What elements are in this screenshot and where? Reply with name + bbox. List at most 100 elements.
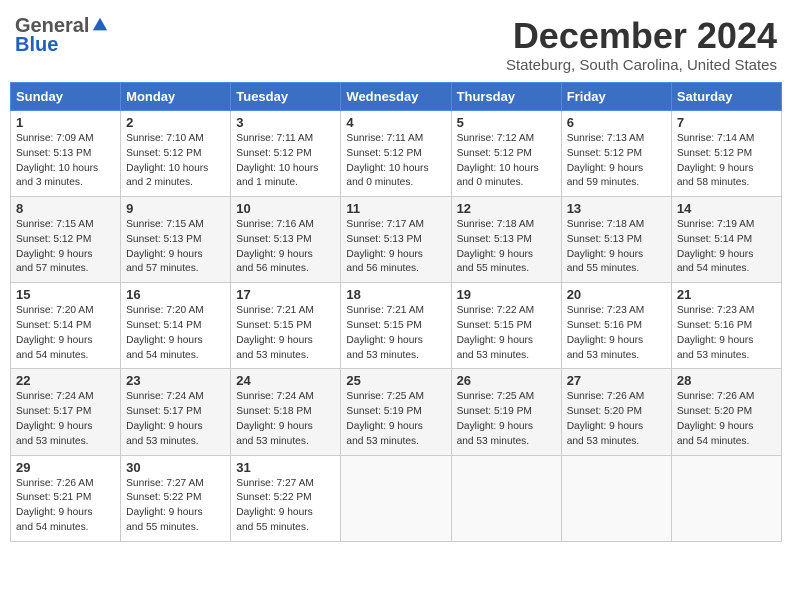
day-number: 4 [346, 115, 445, 130]
calendar-cell: 10 Sunrise: 7:16 AM Sunset: 5:13 PM Dayli… [231, 197, 341, 283]
calendar-cell: 2 Sunrise: 7:10 AM Sunset: 5:12 PM Daylig… [121, 111, 231, 197]
day-number: 26 [457, 373, 556, 388]
day-number: 15 [16, 287, 115, 302]
day-number: 28 [677, 373, 776, 388]
day-info: Sunrise: 7:18 AM Sunset: 5:13 PM Dayligh… [567, 218, 666, 277]
day-info: Sunrise: 7:09 AM Sunset: 5:13 PM Dayligh… [16, 132, 115, 191]
day-info: Sunrise: 7:12 AM Sunset: 5:12 PM Dayligh… [457, 132, 556, 191]
calendar-cell: 19 Sunrise: 7:22 AM Sunset: 5:15 PM Dayli… [451, 283, 561, 369]
day-info: Sunrise: 7:16 AM Sunset: 5:13 PM Dayligh… [236, 218, 335, 277]
calendar-week-5: 29Sunrise: 7:26 AM Sunset: 5:21 PM Dayli… [11, 455, 782, 541]
calendar-cell: 3 Sunrise: 7:11 AM Sunset: 5:12 PM Daylig… [231, 111, 341, 197]
col-header-wednesday: Wednesday [341, 83, 451, 111]
page-header: General Blue December 2024 Stateburg, So… [10, 10, 782, 74]
logo: General Blue [15, 15, 109, 57]
day-number: 29 [16, 460, 115, 475]
calendar-cell [451, 455, 561, 541]
day-number: 17 [236, 287, 335, 302]
calendar-cell: 26Sunrise: 7:25 AM Sunset: 5:19 PM Dayli… [451, 369, 561, 455]
calendar-cell: 16 Sunrise: 7:20 AM Sunset: 5:14 PM Dayli… [121, 283, 231, 369]
calendar-cell: 28 Sunrise: 7:26 AM Sunset: 5:20 PM Dayli… [671, 369, 781, 455]
day-number: 21 [677, 287, 776, 302]
calendar-header-row: SundayMondayTuesdayWednesdayThursdayFrid… [11, 83, 782, 111]
day-number: 22 [16, 373, 115, 388]
logo-blue-text: Blue [15, 34, 58, 57]
day-info: Sunrise: 7:19 AM Sunset: 5:14 PM Dayligh… [677, 218, 776, 277]
day-number: 30 [126, 460, 225, 475]
col-header-thursday: Thursday [451, 83, 561, 111]
title-block: December 2024 Stateburg, South Carolina,… [506, 15, 777, 74]
day-info: Sunrise: 7:17 AM Sunset: 5:13 PM Dayligh… [346, 218, 445, 277]
month-title: December 2024 [506, 15, 777, 57]
calendar-cell: 17 Sunrise: 7:21 AM Sunset: 5:15 PM Dayli… [231, 283, 341, 369]
col-header-friday: Friday [561, 83, 671, 111]
day-info: Sunrise: 7:26 AM Sunset: 5:20 PM Dayligh… [677, 390, 776, 449]
calendar-cell: 27Sunrise: 7:26 AM Sunset: 5:20 PM Dayli… [561, 369, 671, 455]
day-number: 2 [126, 115, 225, 130]
day-info: Sunrise: 7:25 AM Sunset: 5:19 PM Dayligh… [346, 390, 445, 449]
calendar-cell: 9 Sunrise: 7:15 AM Sunset: 5:13 PM Daylig… [121, 197, 231, 283]
day-info: Sunrise: 7:22 AM Sunset: 5:15 PM Dayligh… [457, 304, 556, 363]
calendar-cell: 18 Sunrise: 7:21 AM Sunset: 5:15 PM Dayli… [341, 283, 451, 369]
day-number: 6 [567, 115, 666, 130]
day-info: Sunrise: 7:23 AM Sunset: 5:16 PM Dayligh… [567, 304, 666, 363]
calendar-cell: 15 Sunrise: 7:20 AM Sunset: 5:14 PM Dayli… [11, 283, 121, 369]
day-number: 9 [126, 201, 225, 216]
calendar-cell: 22Sunrise: 7:24 AM Sunset: 5:17 PM Dayli… [11, 369, 121, 455]
day-number: 14 [677, 201, 776, 216]
day-number: 1 [16, 115, 115, 130]
calendar-cell [561, 455, 671, 541]
calendar-cell: 24 Sunrise: 7:24 AM Sunset: 5:18 PM Dayli… [231, 369, 341, 455]
col-header-saturday: Saturday [671, 83, 781, 111]
day-info: Sunrise: 7:11 AM Sunset: 5:12 PM Dayligh… [236, 132, 335, 191]
day-info: Sunrise: 7:10 AM Sunset: 5:12 PM Dayligh… [126, 132, 225, 191]
day-number: 31 [236, 460, 335, 475]
day-info: Sunrise: 7:15 AM Sunset: 5:13 PM Dayligh… [126, 218, 225, 277]
day-info: Sunrise: 7:13 AM Sunset: 5:12 PM Dayligh… [567, 132, 666, 191]
calendar-cell: 20 Sunrise: 7:23 AM Sunset: 5:16 PM Dayli… [561, 283, 671, 369]
day-number: 16 [126, 287, 225, 302]
calendar-week-3: 15 Sunrise: 7:20 AM Sunset: 5:14 PM Dayli… [11, 283, 782, 369]
day-number: 10 [236, 201, 335, 216]
calendar-cell: 14 Sunrise: 7:19 AM Sunset: 5:14 PM Dayli… [671, 197, 781, 283]
calendar-cell: 12Sunrise: 7:18 AM Sunset: 5:13 PM Dayli… [451, 197, 561, 283]
col-header-sunday: Sunday [11, 83, 121, 111]
calendar-cell: 23Sunrise: 7:24 AM Sunset: 5:17 PM Dayli… [121, 369, 231, 455]
day-info: Sunrise: 7:20 AM Sunset: 5:14 PM Dayligh… [16, 304, 115, 363]
calendar-cell: 11 Sunrise: 7:17 AM Sunset: 5:13 PM Dayli… [341, 197, 451, 283]
col-header-tuesday: Tuesday [231, 83, 341, 111]
day-number: 5 [457, 115, 556, 130]
calendar-cell [671, 455, 781, 541]
day-number: 19 [457, 287, 556, 302]
calendar-table: SundayMondayTuesdayWednesdayThursdayFrid… [10, 82, 782, 542]
day-info: Sunrise: 7:14 AM Sunset: 5:12 PM Dayligh… [677, 132, 776, 191]
location-text: Stateburg, South Carolina, United States [506, 57, 777, 74]
calendar-week-1: 1 Sunrise: 7:09 AM Sunset: 5:13 PM Daylig… [11, 111, 782, 197]
day-number: 3 [236, 115, 335, 130]
day-number: 24 [236, 373, 335, 388]
day-number: 11 [346, 201, 445, 216]
day-info: Sunrise: 7:11 AM Sunset: 5:12 PM Dayligh… [346, 132, 445, 191]
day-info: Sunrise: 7:21 AM Sunset: 5:15 PM Dayligh… [236, 304, 335, 363]
day-info: Sunrise: 7:24 AM Sunset: 5:18 PM Dayligh… [236, 390, 335, 449]
day-number: 27 [567, 373, 666, 388]
calendar-cell: 1 Sunrise: 7:09 AM Sunset: 5:13 PM Daylig… [11, 111, 121, 197]
day-info: Sunrise: 7:18 AM Sunset: 5:13 PM Dayligh… [457, 218, 556, 277]
day-info: Sunrise: 7:20 AM Sunset: 5:14 PM Dayligh… [126, 304, 225, 363]
day-number: 13 [567, 201, 666, 216]
day-info: Sunrise: 7:24 AM Sunset: 5:17 PM Dayligh… [126, 390, 225, 449]
day-number: 18 [346, 287, 445, 302]
calendar-cell: 21Sunrise: 7:23 AM Sunset: 5:16 PM Dayli… [671, 283, 781, 369]
calendar-cell: 25 Sunrise: 7:25 AM Sunset: 5:19 PM Dayli… [341, 369, 451, 455]
day-info: Sunrise: 7:21 AM Sunset: 5:15 PM Dayligh… [346, 304, 445, 363]
calendar-cell: 30 Sunrise: 7:27 AM Sunset: 5:22 PM Dayli… [121, 455, 231, 541]
logo-icon [91, 16, 109, 34]
calendar-cell: 6 Sunrise: 7:13 AM Sunset: 5:12 PM Daylig… [561, 111, 671, 197]
calendar-cell: 31Sunrise: 7:27 AM Sunset: 5:22 PM Dayli… [231, 455, 341, 541]
day-number: 25 [346, 373, 445, 388]
day-info: Sunrise: 7:27 AM Sunset: 5:22 PM Dayligh… [126, 477, 225, 536]
day-number: 20 [567, 287, 666, 302]
calendar-week-4: 22 Sunrise: 7:24 AM Sunset: 5:17 PM Dayli… [11, 369, 782, 455]
calendar-cell [341, 455, 451, 541]
calendar-cell: 29Sunrise: 7:26 AM Sunset: 5:21 PM Dayli… [11, 455, 121, 541]
